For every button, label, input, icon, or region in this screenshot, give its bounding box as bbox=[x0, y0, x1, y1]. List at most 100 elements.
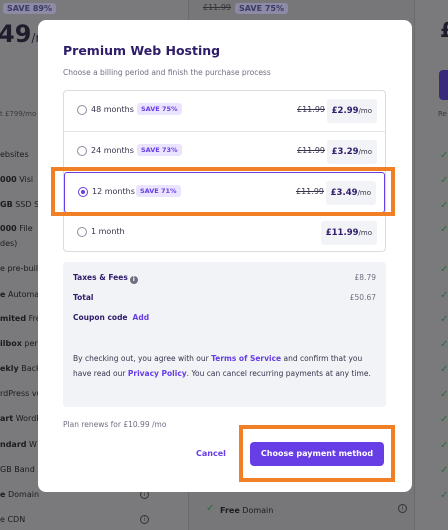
feature-bold: art bbox=[0, 414, 14, 423]
add-coupon-link[interactable]: Add bbox=[133, 313, 150, 322]
left-feature-item: GB SSD St bbox=[0, 200, 42, 209]
highlight-payment-button bbox=[239, 425, 395, 482]
check-icon: ✓ bbox=[440, 175, 448, 186]
right-small-text: Re bbox=[438, 110, 447, 118]
check-icon: ✓ bbox=[440, 150, 448, 161]
radio-button[interactable] bbox=[77, 105, 87, 115]
info-icon: i bbox=[140, 515, 149, 524]
feature-text: Automa bbox=[5, 290, 40, 299]
plan-option-24-months[interactable]: 24 months SAVE 73% £11.99 £3.29/mo bbox=[64, 131, 385, 172]
check-icon: ✓ bbox=[440, 264, 448, 275]
plan-price: £2.99/mo bbox=[326, 99, 377, 123]
plan-label: 24 months bbox=[91, 146, 134, 155]
middle-free-domain: Free Domain bbox=[220, 506, 274, 515]
plan-price: £3.29/mo bbox=[326, 140, 377, 164]
feature-bold: 000 bbox=[0, 175, 17, 184]
feature-bold: ekly bbox=[0, 364, 19, 373]
check-icon: ✓ bbox=[440, 290, 448, 301]
check-icon: ✓ bbox=[440, 490, 448, 501]
terms-text: By checking out, you agree with our Term… bbox=[73, 352, 378, 381]
right-select-button bbox=[439, 70, 448, 100]
check-icon: ✓ bbox=[440, 224, 448, 235]
feature-text: per bbox=[21, 339, 38, 348]
feature-bold: ilbox bbox=[0, 339, 22, 348]
order-summary: Taxes & Fees i £8.79 Total £50.67 Coupon … bbox=[63, 262, 386, 407]
taxes-label-wrap: Taxes & Fees i bbox=[73, 273, 138, 284]
feature-bold: 000 bbox=[0, 224, 17, 233]
radio-button[interactable] bbox=[77, 227, 87, 237]
feature-text: W bbox=[26, 440, 37, 449]
plan-label: 1 month bbox=[91, 227, 125, 236]
highlight-selected-plan bbox=[51, 167, 395, 216]
total-label: Total bbox=[73, 293, 94, 302]
left-feature-item: ebsites bbox=[0, 150, 29, 159]
feature-text: rdPress vu bbox=[0, 389, 42, 398]
terms-text-part: . You can cancel recurring payments at a… bbox=[186, 368, 371, 378]
feature-bold: GB bbox=[0, 200, 13, 209]
save-badge: SAVE 73% bbox=[137, 144, 182, 156]
terms-of-service-link[interactable]: Terms of Service bbox=[211, 354, 281, 363]
save-badge: SAVE 75% bbox=[137, 103, 182, 115]
modal-title: Premium Web Hosting bbox=[63, 43, 221, 58]
plan-label: 48 months bbox=[91, 105, 134, 114]
check-icon: ✓ bbox=[440, 465, 448, 476]
feature-bold: ndard bbox=[0, 440, 27, 449]
check-icon: ✓ bbox=[440, 440, 448, 451]
right-price-fragment: £ bbox=[440, 18, 448, 42]
old-price: £11.99 bbox=[297, 146, 325, 155]
feature-text: e pre-buil bbox=[0, 264, 39, 273]
left-feature-item: mited Fre bbox=[0, 314, 41, 323]
check-icon: ✓ bbox=[440, 364, 448, 375]
left-feature-item: 000 File bbox=[0, 224, 33, 233]
total-row: Total £50.67 bbox=[73, 293, 376, 305]
plan-option-48-months[interactable]: 48 months SAVE 75% £11.99 £2.99/mo bbox=[64, 91, 385, 132]
privacy-policy-link[interactable]: Privacy Policy bbox=[128, 369, 187, 378]
feature-text: WordP bbox=[13, 414, 42, 423]
taxes-label: Taxes & Fees bbox=[73, 273, 128, 282]
info-icon: i bbox=[398, 504, 407, 513]
middle-save-badge: SAVE 75% bbox=[235, 3, 288, 14]
left-feature-item: 000 Visi bbox=[0, 175, 33, 184]
left-feature-item: ilbox per bbox=[0, 339, 38, 348]
plan-price: £11.99/mo bbox=[320, 221, 377, 245]
feature-text: Domain bbox=[5, 490, 40, 499]
left-feature-item: e Automa bbox=[0, 290, 39, 299]
radio-button[interactable] bbox=[77, 146, 87, 156]
check-icon: ✓ bbox=[440, 200, 448, 211]
taxes-value: £8.79 bbox=[354, 273, 376, 282]
left-feature-item: rdPress vu bbox=[0, 389, 42, 398]
left-save-badge: SAVE 89% bbox=[3, 3, 56, 14]
coupon-label: Coupon code bbox=[73, 313, 128, 322]
info-icon[interactable]: i bbox=[129, 276, 138, 284]
cancel-button[interactable]: Cancel bbox=[196, 449, 226, 458]
feature-text: e CDN bbox=[0, 515, 26, 524]
renewal-note: Plan renews for £10.99 /mo bbox=[63, 420, 167, 429]
middle-strike-price: £11.99 bbox=[203, 3, 231, 12]
left-feature-item: ekly Back bbox=[0, 364, 41, 373]
check-icon: ✓ bbox=[440, 314, 448, 325]
left-feature-item: e Domain bbox=[0, 490, 39, 499]
terms-text-part: By checking out, you agree with our bbox=[73, 354, 212, 363]
left-strike-note: t £799/mo bbox=[0, 110, 37, 118]
left-feature-item: ndard W bbox=[0, 440, 37, 449]
check-icon: ✓ bbox=[440, 414, 448, 425]
coupon-row: Coupon code Add bbox=[73, 313, 376, 325]
left-feature-item: des) bbox=[0, 239, 17, 248]
modal-subtitle: Choose a billing period and finish the p… bbox=[63, 68, 271, 77]
total-value: £50.67 bbox=[349, 293, 376, 302]
coupon-wrap: Coupon code Add bbox=[73, 313, 149, 322]
checkout-modal: Premium Web Hosting Choose a billing per… bbox=[38, 20, 412, 492]
left-feature-item: art WordP bbox=[0, 414, 41, 423]
old-price: £11.99 bbox=[297, 105, 325, 114]
divider bbox=[414, 0, 415, 530]
feature-text: des) bbox=[0, 239, 18, 248]
plan-option-1-month[interactable]: 1 month £11.99/mo bbox=[64, 212, 385, 252]
check-icon: ✓ bbox=[440, 389, 448, 400]
feature-bold: mited bbox=[0, 314, 27, 323]
feature-text: GB Band bbox=[0, 465, 35, 474]
left-feature-item: e pre-buil bbox=[0, 264, 38, 273]
check-icon: ✓ bbox=[440, 339, 448, 350]
left-feature-item: GB Band bbox=[0, 465, 35, 474]
check-icon: ✓ bbox=[206, 503, 215, 514]
feature-text: File bbox=[16, 224, 33, 233]
